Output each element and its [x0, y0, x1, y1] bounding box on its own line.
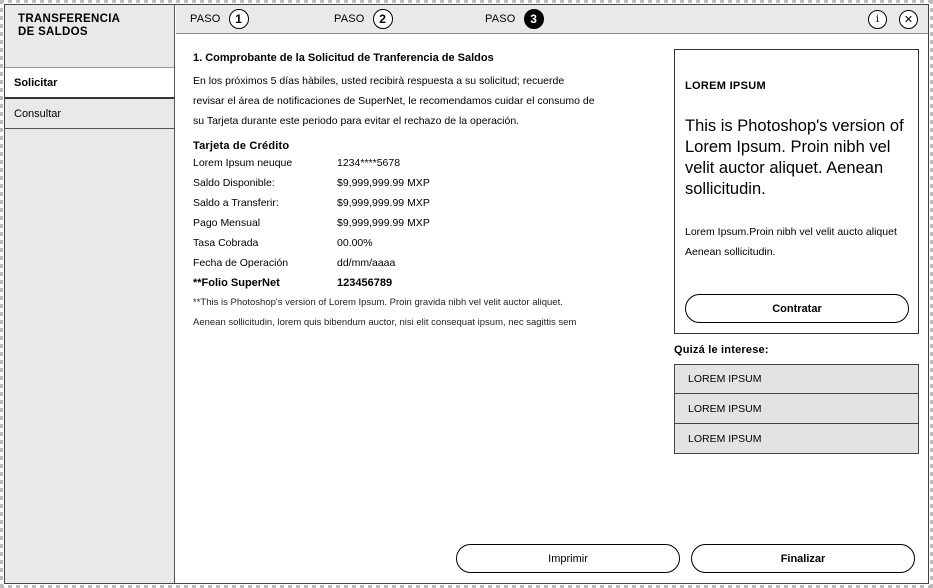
- sidebar-title-line1: TRANSFERENCIA: [18, 13, 121, 25]
- detail-key: Fecha de Operación: [193, 257, 289, 269]
- info-icon[interactable]: i: [868, 10, 887, 29]
- promo-big-text: This is Photoshop's version of Lorem Ips…: [685, 117, 904, 198]
- detail-row: Lorem Ipsum neuque 1234****5678: [193, 153, 648, 173]
- interest-heading: Quizá le interese:: [674, 344, 769, 356]
- interest-item[interactable]: LOREM IPSUM: [674, 394, 919, 424]
- sidebar-item-consultar[interactable]: Consultar: [5, 99, 174, 129]
- section-title: 1. Comprobante de la Solicitud de Tranfe…: [193, 52, 494, 64]
- footnote-line: **This is Photoshop's version of Lorem I…: [193, 297, 563, 308]
- folio-value: 123456789: [337, 277, 393, 289]
- details-list: Lorem Ipsum neuque 1234****5678 Saldo Di…: [193, 153, 648, 293]
- detail-value: $9,999,999.99 MXP: [337, 217, 430, 229]
- detail-value: dd/mm/aaaa: [337, 257, 396, 269]
- sidebar: TRANSFERENCIA DE SALDOS Solicitar Consul…: [5, 5, 175, 583]
- step-number-badge-active: 3: [523, 9, 544, 29]
- intro-line: En los próximos 5 días hàbiles, usted re…: [193, 75, 565, 87]
- detail-value: 1234****5678: [337, 157, 401, 169]
- detail-row: Fecha de Operación dd/mm/aaaa: [193, 253, 648, 273]
- page-border-top: [0, 0, 933, 3]
- promo-panel: LOREM IPSUM This is Photoshop's version …: [674, 49, 919, 334]
- detail-row: Saldo Disponible: $9,999,999.99 MXP: [193, 173, 648, 193]
- footnote: **This is Photoshop's version of Lorem I…: [193, 293, 645, 333]
- sidebar-title: TRANSFERENCIA DE SALDOS: [5, 5, 174, 68]
- contratar-button[interactable]: Contratar: [685, 294, 909, 323]
- detail-key: Pago Mensual: [193, 217, 261, 229]
- step-number-badge: 1: [228, 9, 249, 29]
- intro-line: revisar el área de notificaciones de Sup…: [193, 95, 595, 107]
- sidebar-item-solicitar[interactable]: Solicitar: [5, 68, 174, 99]
- detail-key: Lorem Ipsum neuque: [193, 157, 293, 169]
- print-button[interactable]: Imprimir: [456, 544, 680, 573]
- finish-button[interactable]: Finalizar: [691, 544, 915, 573]
- promo-small-text: Lorem Ipsum.Proin nibh vel velit aucto a…: [685, 226, 897, 258]
- sidebar-item-label: Consultar: [14, 107, 62, 120]
- detail-value: 00.00%: [337, 237, 373, 249]
- step-label: PASO: [190, 13, 221, 25]
- step-label: PASO: [485, 13, 516, 25]
- folio-key: **Folio SuperNet: [193, 277, 280, 289]
- receipt-content: 1. Comprobante de la Solicitud de Tranfe…: [193, 52, 648, 333]
- detail-value: $9,999,999.99 MXP: [337, 197, 430, 209]
- sidebar-item-label: Solicitar: [14, 76, 58, 89]
- detail-value: $9,999,999.99 MXP: [337, 177, 430, 189]
- detail-row: Pago Mensual $9,999,999.99 MXP: [193, 213, 648, 233]
- interest-item[interactable]: LOREM IPSUM: [674, 364, 919, 394]
- close-icon[interactable]: ✕: [899, 10, 918, 29]
- folio-row: **Folio SuperNet 123456789: [193, 273, 648, 293]
- detail-row: Tasa Cobrada 00.00%: [193, 233, 648, 253]
- interest-item[interactable]: LOREM IPSUM: [674, 424, 919, 454]
- detail-key: Saldo a Transferir:: [193, 197, 279, 209]
- detail-key: Saldo Disponible:: [193, 177, 275, 189]
- intro-paragraph: En los próximos 5 días hàbiles, usted re…: [193, 71, 648, 131]
- card-heading: Tarjeta de Crédito: [193, 140, 290, 152]
- detail-row: Saldo a Transferir: $9,999,999.99 MXP: [193, 193, 648, 213]
- detail-key: Tasa Cobrada: [193, 237, 259, 249]
- step-number-badge: 2: [372, 9, 393, 29]
- step-label: PASO: [334, 13, 365, 25]
- interest-list: LOREM IPSUM LOREM IPSUM LOREM IPSUM: [674, 364, 919, 454]
- promo-heading: LOREM IPSUM: [685, 80, 766, 92]
- step-3[interactable]: PASO 3: [485, 9, 544, 29]
- footnote-line: Aenean sollicitudin, lorem quis bibendum…: [193, 317, 577, 328]
- page-border-left: [0, 0, 3, 588]
- sidebar-title-line2: DE SALDOS: [18, 26, 88, 38]
- step-bar: PASO 1 PASO 2 PASO 3 i ✕: [176, 5, 928, 34]
- step-1[interactable]: PASO 1: [190, 9, 249, 29]
- intro-line: su Tarjeta durante este periodo para evi…: [193, 115, 520, 127]
- step-2[interactable]: PASO 2: [334, 9, 393, 29]
